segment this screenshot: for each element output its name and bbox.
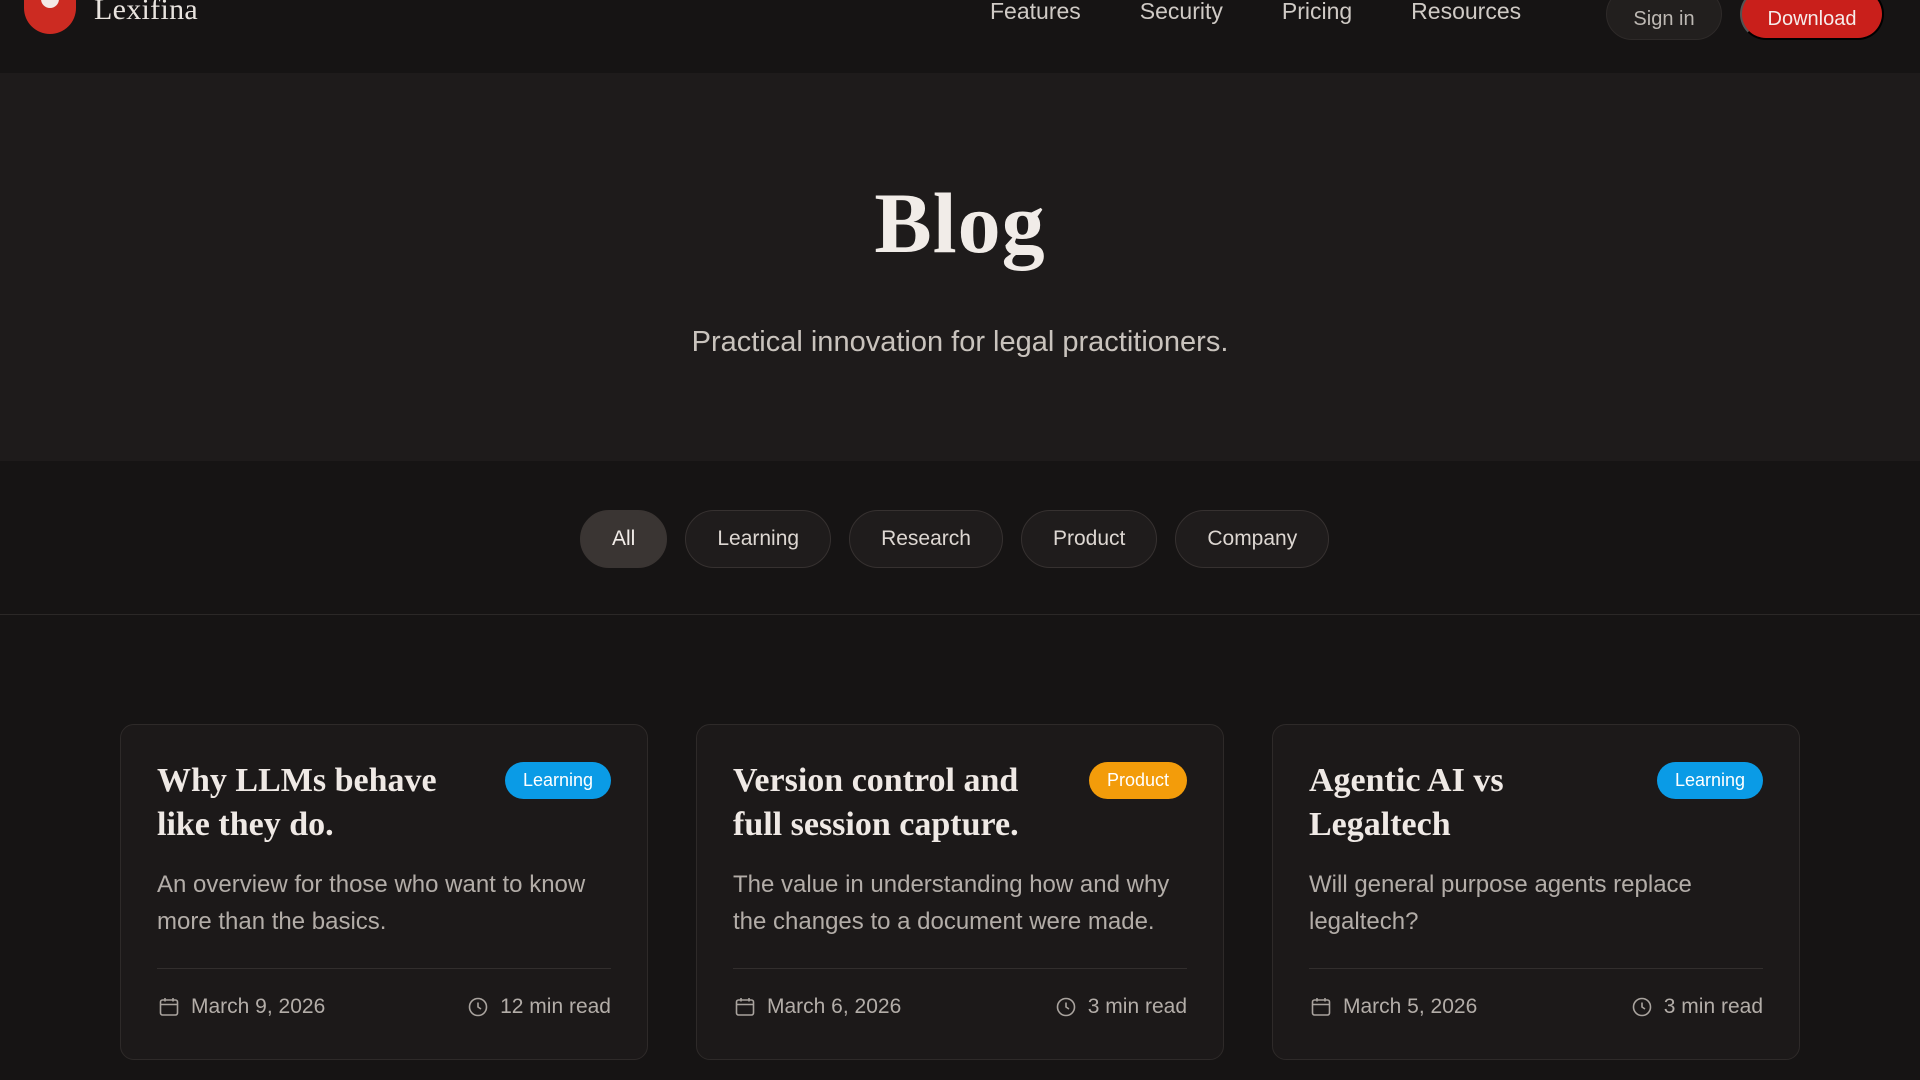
post-description: An overview for those who want to know m…: [157, 871, 586, 935]
top-nav: Lexifina Features Security Pricing Resou…: [0, 0, 1920, 73]
post-read-time-text: 12 min read: [500, 995, 611, 1018]
clock-icon: [1056, 997, 1076, 1017]
page-subtitle: Practical innovation for legal practitio…: [691, 326, 1229, 358]
post-description: Will general purpose agents replace lega…: [1309, 871, 1692, 935]
post-title[interactable]: Why LLMs behave like they do.: [157, 759, 497, 847]
post-date: March 9, 2026: [157, 995, 325, 1019]
card-divider: [157, 968, 611, 969]
filter-chip-company[interactable]: Company: [1175, 510, 1330, 568]
sign-in-button[interactable]: Sign in: [1606, 0, 1722, 40]
nav-link-pricing[interactable]: Pricing: [1282, 0, 1352, 25]
logo[interactable]: [24, 0, 76, 34]
card-divider: [1309, 968, 1763, 969]
filter-chip-product[interactable]: Product: [1020, 510, 1158, 568]
nav-link-resources[interactable]: Resources: [1411, 0, 1521, 25]
post-date-text: March 5, 2026: [1343, 995, 1478, 1018]
brand-name[interactable]: Lexifina: [94, 0, 198, 27]
calendar-icon: [159, 998, 179, 1016]
nav-links: Features Security Pricing Resources: [990, 0, 1580, 25]
post-date: March 5, 2026: [1309, 995, 1477, 1019]
post-date-text: March 6, 2026: [767, 995, 902, 1018]
filter-chip-learning[interactable]: Learning: [685, 510, 832, 568]
post-read-time: 12 min read: [466, 995, 611, 1019]
clock-icon: [468, 997, 488, 1017]
post-title[interactable]: Agentic AI vs Legaltech: [1309, 759, 1649, 847]
post-read-time: 3 min read: [1630, 995, 1763, 1019]
category-badge: Learning: [1656, 762, 1763, 799]
calendar-icon: [735, 998, 755, 1016]
blog-post-card[interactable]: Version control and full session capture…: [696, 724, 1224, 1060]
filter-chip-row: All Learning Research Product Company: [580, 510, 1330, 568]
calendar-icon: [1311, 998, 1331, 1016]
post-read-time-text: 3 min read: [1663, 995, 1763, 1018]
nav-link-features[interactable]: Features: [990, 0, 1081, 25]
card-divider: [733, 968, 1187, 969]
category-badge: Learning: [504, 762, 611, 799]
post-read-time: 3 min read: [1054, 995, 1187, 1019]
hero: Blog Practical innovation for legal prac…: [0, 73, 1920, 461]
download-button[interactable]: Download: [1740, 0, 1884, 40]
post-description: The value in understanding how and why t…: [733, 871, 1170, 935]
blog-post-card[interactable]: Agentic AI vs Legaltech Learning Will ge…: [1272, 724, 1800, 1060]
nav-link-security[interactable]: Security: [1140, 0, 1223, 25]
post-date: March 6, 2026: [733, 995, 901, 1019]
clock-icon: [1632, 997, 1652, 1017]
post-date-text: March 9, 2026: [191, 995, 326, 1018]
post-title[interactable]: Version control and full session capture…: [733, 759, 1073, 847]
category-filters: All Learning Research Product Company: [0, 461, 1920, 615]
category-badge: Product: [1088, 762, 1187, 799]
logo-icon: [24, 0, 76, 34]
blog-post-card[interactable]: Why LLMs behave like they do. Learning A…: [120, 724, 648, 1060]
filter-chip-all[interactable]: All: [580, 510, 668, 568]
filter-chip-research[interactable]: Research: [849, 510, 1003, 568]
page-title: Blog: [874, 175, 1046, 271]
post-read-time-text: 3 min read: [1087, 995, 1187, 1018]
